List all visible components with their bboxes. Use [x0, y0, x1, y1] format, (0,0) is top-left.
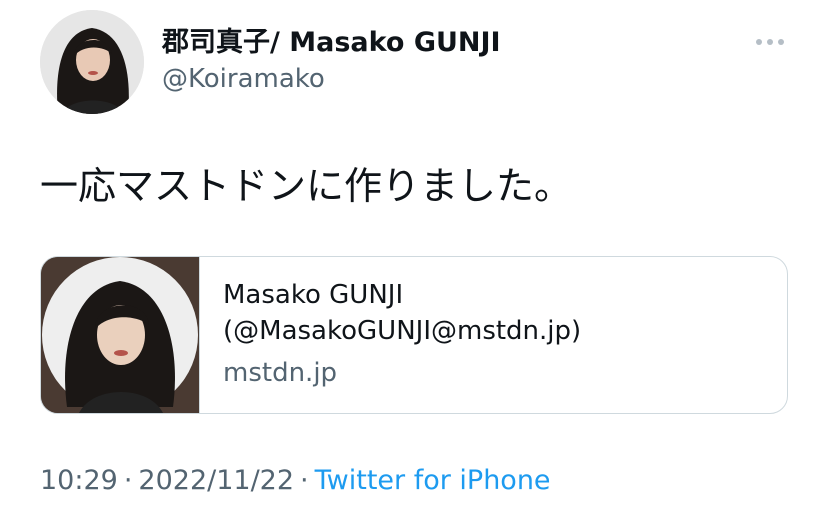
tweet-time[interactable]: 10:29: [40, 465, 118, 496]
link-card-domain: mstdn.jp: [223, 358, 338, 388]
author-display-name[interactable]: 郡司真子/ Masako GUNJI: [162, 26, 501, 60]
link-card-image: [41, 257, 200, 413]
meta-separator: ·: [123, 465, 133, 496]
link-card-title: Masako GUNJI: [223, 280, 404, 310]
link-preview-card[interactable]: Masako GUNJI (@MasakoGUNJI@mstdn.jp) mst…: [40, 256, 788, 414]
author-handle[interactable]: @Koiramako: [162, 62, 325, 96]
author-avatar[interactable]: [40, 10, 144, 114]
more-options-button[interactable]: [748, 22, 792, 62]
tweet-text: 一応マストドンに作りました。: [40, 164, 573, 208]
card-profile-photo: [41, 257, 199, 413]
tweet-meta: 10:29 · 2022/11/22 · Twitter for iPhone: [40, 462, 551, 500]
tweet-date[interactable]: 2022/11/22: [138, 465, 294, 496]
meta-separator: ·: [300, 465, 309, 496]
more-horizontal-icon: [756, 39, 784, 45]
link-card-title-handle: (@MasakoGUNJI@mstdn.jp): [223, 316, 582, 346]
avatar-photo: [40, 10, 144, 114]
tweet-source-link[interactable]: Twitter for iPhone: [315, 465, 551, 496]
